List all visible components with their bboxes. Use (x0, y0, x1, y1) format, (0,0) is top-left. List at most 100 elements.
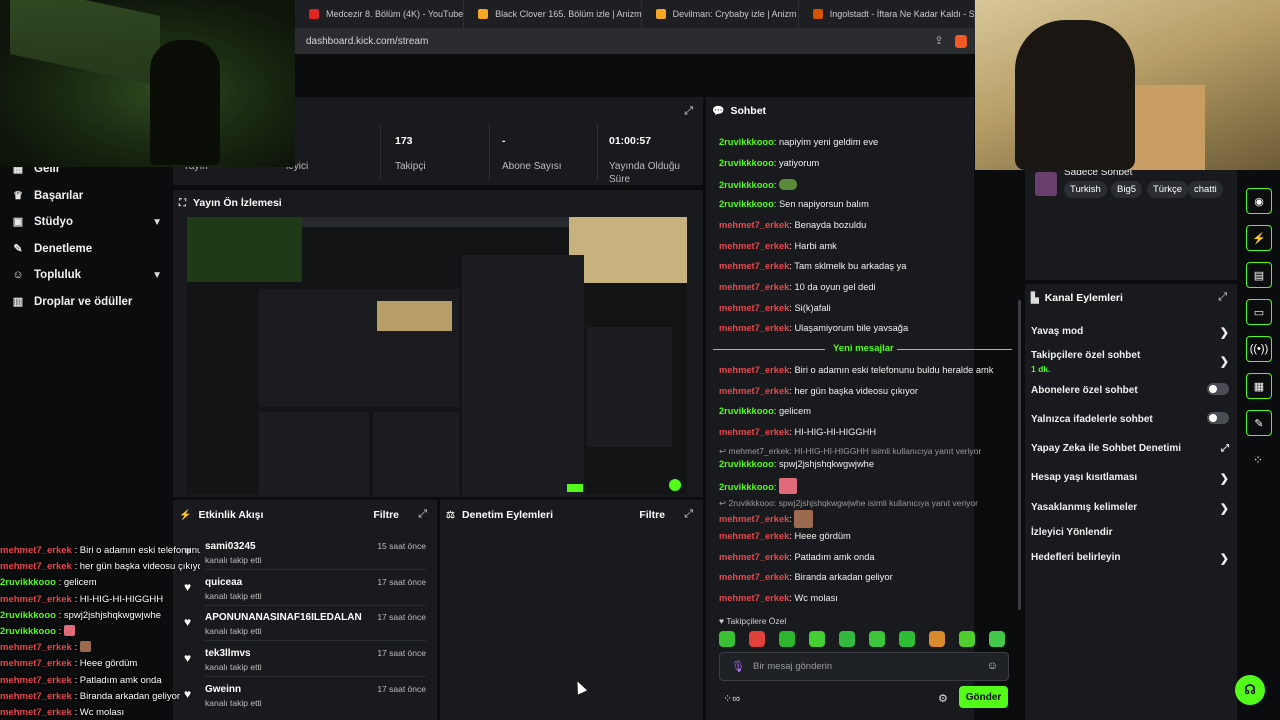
sidebar-item-droplar[interactable]: ▥ Droplar ve ödüller (12, 296, 162, 308)
action-subscriber-only-chat[interactable]: Abonelere özel sohbet (1031, 383, 1229, 396)
chat-message: mehmet7_erkek: Patladım amk onda (719, 552, 875, 562)
emote-icon (79, 641, 91, 653)
chat-message-input[interactable]: 🎙 Bir mesaj gönderin ☺ (719, 652, 1009, 681)
moderation-actions-panel: ⚖ Denetim Eylemleri Filtre ⤢ (440, 500, 703, 720)
emote-icon[interactable] (929, 631, 945, 647)
site-icon (812, 9, 823, 19)
rail-button-bolt[interactable]: ⚡ (1246, 225, 1272, 251)
action-follower-only-chat[interactable]: Takipçilere özel sohbet 1 dk. ❯ (1031, 350, 1229, 374)
action-set-goals[interactable]: Hedefleri belirleyin ❯ (1031, 552, 1229, 565)
stream-tag[interactable]: chatti (1188, 181, 1223, 198)
chat-message: mehmet7_erkek: (719, 510, 814, 528)
panel-header: ⛶ Yayın Ön İzlemesi (179, 197, 282, 209)
browser-tab[interactable]: Devilman: Crybaby izle | Anizm (642, 0, 799, 28)
emote-icon[interactable] (779, 631, 795, 647)
action-host-viewers[interactable]: İzleyici Yönlendir (1031, 527, 1229, 538)
action-account-age[interactable]: Hesap yaşı kısıtlaması ❯ (1031, 472, 1229, 485)
emote-icon[interactable] (959, 631, 975, 647)
preview-help-button (669, 479, 681, 491)
address-bar[interactable]: dashboard.kick.com/stream ⇪ (295, 28, 975, 54)
chat-message: mehmet7_erkek: Benayda bozuldu (719, 220, 867, 230)
share-icon[interactable]: ⇪ (933, 35, 945, 47)
rail-button-camera[interactable]: ◉ (1246, 188, 1272, 214)
stream-tag[interactable]: Türkçe (1147, 181, 1189, 198)
browser-tab[interactable]: Medcezir 8. Bölüm (4K) - YouTube (295, 0, 465, 28)
page-header-strip (295, 54, 975, 96)
browser-tab[interactable]: Black Clover 165. Bölüm izle | Anizm (464, 0, 642, 28)
sidebar-item-denetleme[interactable]: ✎ Denetleme (12, 243, 162, 255)
overlay-message: mehmet7_erkek : (0, 640, 200, 656)
stream-tag[interactable]: Turkish (1064, 181, 1107, 198)
chat-message: mehmet7_erkek: Si(k)afali (719, 303, 831, 313)
microphone-icon[interactable]: 🎙 (731, 660, 745, 673)
preview-events (259, 412, 369, 495)
toggle-switch[interactable] (1207, 412, 1229, 424)
stream-info-card: Sadece Sohbet Turkish Big5 Türkçe chatti (1025, 167, 1237, 280)
dashboard-sidebar: ▦ Gelir ♛ Başarılar ▣ Stüdyo ▼ ✎ Denetleme ☺ T… (0, 150, 172, 320)
chat-settings-icons[interactable]: ⁘∞ (723, 692, 740, 705)
rail-button-broadcast[interactable]: ((•)) (1246, 336, 1272, 362)
follower-only-indicator: ♥ Takipçilere Özel (719, 616, 787, 626)
expand-icon[interactable]: ⤢ (684, 105, 693, 118)
anizm-icon (478, 9, 489, 19)
action-banned-words[interactable]: Yasaklanmış kelimeler ❯ (1031, 502, 1229, 515)
overlay-message: 2ruvikkkooo : gelicem (0, 577, 97, 589)
rail-button-layout[interactable]: ▦ (1246, 373, 1272, 399)
action-ai-moderation[interactable]: Yapay Zeka ile Sohbet Denetimi ⤢ (1031, 443, 1229, 454)
chat-message: mehmet7_erkek: Wc molası (719, 593, 838, 603)
sidebar-item-studyo[interactable]: ▣ Stüdyo ▼ (12, 216, 162, 228)
gear-icon[interactable]: ⚙ (938, 692, 948, 705)
overlay-message: mehmet7_erkek : her gün başka videosu çı… (0, 561, 200, 573)
infinity-icon[interactable]: ∞ (732, 693, 740, 705)
divider (897, 349, 1012, 350)
external-link-icon: ⤢ (1221, 443, 1229, 454)
browser-tab[interactable]: Ingolstadt - İftara Ne Kadar Kaldı - S (799, 0, 976, 28)
chat-panel: 💬 Sohbet 2ruvikkkooo: napiyim yeni geldim… (706, 97, 1012, 720)
emote-icon[interactable] (989, 631, 1005, 647)
stream-chat-overlay: mehmet7_erkek : Biri o adamın eski telef… (0, 543, 200, 720)
toggle-switch[interactable] (1207, 383, 1229, 395)
rail-button-document[interactable]: ▤ (1246, 262, 1272, 288)
divider (380, 124, 381, 180)
chat-message: 2ruvikkkooo: yatiyorum (719, 158, 820, 168)
person-silhouette (150, 40, 220, 165)
emote-icon[interactable] (869, 631, 885, 647)
emoji-picker-icon[interactable]: ☺ (987, 660, 998, 672)
emote-icon[interactable] (749, 631, 765, 647)
emote-icon[interactable] (809, 631, 825, 647)
help-button[interactable]: ☊ (1235, 675, 1265, 705)
emote-icon[interactable] (719, 631, 735, 647)
chat-message: 2ruvikkkooo: Sen napiyorsun balım (719, 199, 869, 209)
sidebar-item-topluluk[interactable]: ☺ Topluluk ▼ (12, 269, 162, 281)
rail-button-chat[interactable]: ▭ (1246, 299, 1272, 325)
layout-icon: ▦ (1253, 380, 1265, 393)
sidebar-item-basarilar[interactable]: ♛ Başarılar (12, 190, 162, 202)
stream-preview-video[interactable] (187, 217, 687, 495)
scrollbar[interactable] (1018, 300, 1021, 610)
overlay-message: mehmet7_erkek : Biranda arkadan geliyor (0, 690, 181, 702)
filter-button[interactable]: Filtre (639, 509, 665, 521)
send-button[interactable]: Gönder (959, 686, 1008, 708)
bolt-icon: ⚡ (1252, 232, 1266, 245)
new-messages-divider: Yeni mesajlar (713, 343, 1012, 355)
expand-icon[interactable]: ⤢ (684, 508, 693, 521)
community-icon: ☺ (12, 269, 24, 281)
kick-dots-icon[interactable]: ⁘ (1253, 453, 1263, 467)
expand-icon[interactable]: ⤢ (1218, 291, 1227, 304)
stream-tag[interactable]: Big5 (1111, 181, 1143, 198)
rail-button-wrench[interactable]: ✎ (1246, 410, 1272, 436)
overlay-message: mehmet7_erkek : Heee gördüm (0, 658, 138, 670)
filter-button[interactable]: Filtre (373, 509, 399, 521)
panel-header: 💬 Sohbet (712, 105, 767, 117)
kick-dots-icon[interactable]: ⁘ (723, 693, 732, 705)
expand-icon[interactable]: ⤢ (418, 508, 427, 521)
action-slow-mode[interactable]: Yavaş mod ❯ (1031, 326, 1229, 339)
emote-icon[interactable] (839, 631, 855, 647)
preview-chat (462, 255, 584, 495)
chat-message: mehmet7_erkek: Biranda arkadan geliyor (719, 572, 893, 582)
brave-shield-icon[interactable] (955, 34, 967, 48)
action-emote-only-chat[interactable]: Yalnızca ifadelerle sohbet (1031, 412, 1229, 425)
emote-icon[interactable] (899, 631, 915, 647)
trophy-icon: ♛ (13, 190, 23, 202)
emote-icon (778, 478, 797, 494)
